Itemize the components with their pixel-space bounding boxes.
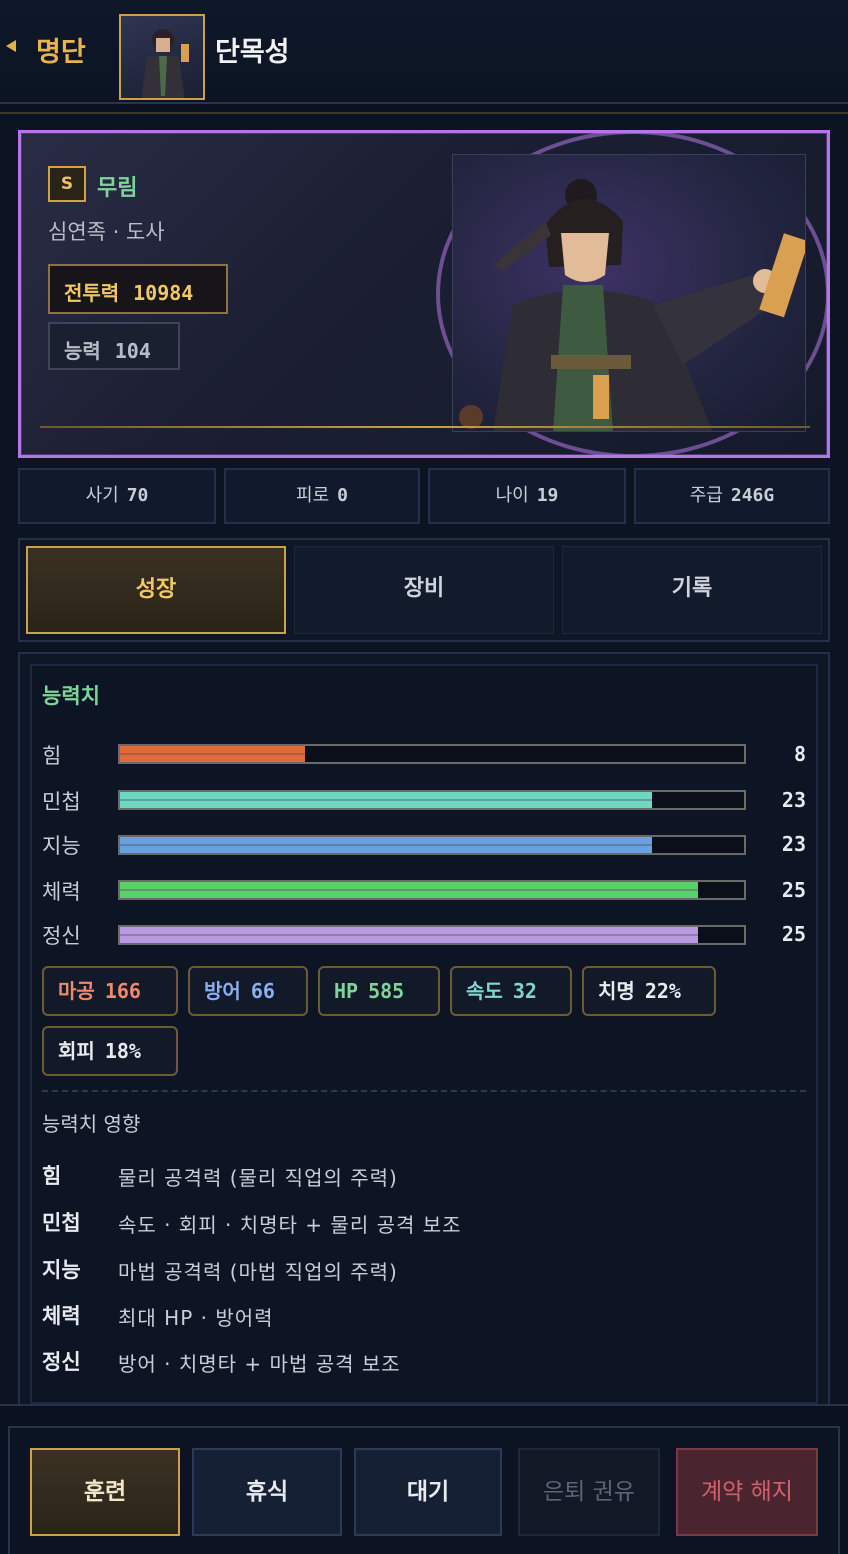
stat-label: 주급 <box>689 485 723 506</box>
stat-fatigue: 피로 0 <box>224 468 420 524</box>
stat-value: 70 <box>126 485 149 506</box>
stat-morale: 사기 70 <box>18 468 216 524</box>
chip-label: 방어 <box>204 979 241 1003</box>
attr-value-intelligence: 23 <box>781 832 806 856</box>
standby-button[interactable]: 대기 <box>354 1448 502 1536</box>
derived-defense: 방어 66 <box>188 966 308 1016</box>
attr-value-spirit: 25 <box>781 922 806 946</box>
attr-bar-spirit <box>118 925 746 945</box>
derived-hp: HP 585 <box>318 966 440 1016</box>
effect-key-vitality: 체력 <box>42 1304 81 1328</box>
chip-label: 마공 <box>58 979 95 1003</box>
attr-label-spirit: 정신 <box>42 924 81 948</box>
attr-value-vitality: 25 <box>781 878 806 902</box>
attr-bar-intelligence <box>118 835 746 855</box>
chip-label: 회피 <box>58 1039 95 1063</box>
character-portrait <box>452 154 806 432</box>
attr-bar-strength <box>118 744 746 764</box>
effect-key-intelligence: 지능 <box>42 1258 81 1282</box>
effect-key-agility: 민첩 <box>42 1211 81 1235</box>
attr-label-strength: 힘 <box>42 744 62 768</box>
attr-value-strength: 8 <box>793 742 806 766</box>
ability-value: 104 <box>114 339 151 363</box>
stat-label: 나이 <box>495 485 529 506</box>
rest-button[interactable]: 휴식 <box>192 1448 342 1536</box>
chip-value: 32 <box>512 979 537 1003</box>
chip-label: 치명 <box>598 979 635 1003</box>
train-button[interactable]: 훈련 <box>30 1448 180 1536</box>
attr-bar-fill <box>120 927 698 943</box>
stat-value: 0 <box>337 485 348 506</box>
section-divider <box>42 1090 806 1092</box>
combat-power-value: 10984 <box>133 281 194 305</box>
effect-desc-spirit: 방어 · 치명타 + 마법 공격 보조 <box>118 1352 401 1376</box>
combat-power-box: 전투력 10984 <box>48 264 228 314</box>
attr-label-vitality: 체력 <box>42 880 81 904</box>
back-to-roster-button[interactable]: 명단 <box>36 30 86 69</box>
stat-label: 사기 <box>85 485 119 506</box>
derived-magic-attack: 마공 166 <box>42 966 178 1016</box>
chip-value: 22% <box>644 979 681 1003</box>
effect-desc-strength: 물리 공격력 (물리 직업의 주력) <box>118 1166 398 1190</box>
effects-title: 능력치 영향 <box>42 1112 141 1136</box>
attr-value-agility: 23 <box>781 788 806 812</box>
effect-desc-vitality: 최대 HP · 방어력 <box>118 1306 274 1330</box>
back-arrow-icon[interactable] <box>6 40 16 52</box>
character-name: 단목성 <box>215 37 290 68</box>
chip-label: HP <box>334 979 359 1003</box>
ability-label: 능력 <box>64 339 101 363</box>
effect-desc-agility: 속도 · 회피 · 치명타 + 물리 공격 보조 <box>118 1213 462 1237</box>
stat-age: 나이 19 <box>428 468 626 524</box>
effect-key-strength: 힘 <box>42 1164 62 1188</box>
character-portrait-thumbnail <box>119 14 205 100</box>
combat-power-label: 전투력 <box>64 281 120 305</box>
derived-evasion: 회피 18% <box>42 1026 178 1076</box>
rank-badge: S <box>48 166 86 202</box>
attr-bar-fill <box>120 837 652 853</box>
attr-label-intelligence: 지능 <box>42 834 81 858</box>
card-divider <box>40 426 810 428</box>
tab-growth[interactable]: 성장 <box>26 546 286 634</box>
chip-label: 속도 <box>466 979 503 1003</box>
attr-bar-fill <box>120 792 652 808</box>
attr-bar-fill <box>120 882 698 898</box>
attr-bar-agility <box>118 790 746 810</box>
tab-equipment[interactable]: 장비 <box>294 546 554 634</box>
stat-wage: 주급 246G <box>634 468 830 524</box>
attributes-title: 능력치 <box>42 684 100 708</box>
faction-label: 무림 <box>97 176 138 201</box>
ability-box: 능력 104 <box>48 322 180 370</box>
chip-value: 166 <box>104 979 141 1003</box>
derived-speed: 속도 32 <box>450 966 572 1016</box>
attr-label-agility: 민첩 <box>42 790 81 814</box>
effect-desc-intelligence: 마법 공격력 (마법 직업의 주력) <box>118 1260 398 1284</box>
tab-records[interactable]: 기록 <box>562 546 822 634</box>
derived-critical: 치명 22% <box>582 966 716 1016</box>
attr-bar-fill <box>120 746 305 762</box>
stat-label: 피로 <box>296 485 330 506</box>
chip-value: 585 <box>368 979 405 1003</box>
chip-value: 66 <box>250 979 275 1003</box>
chip-value: 18% <box>104 1039 141 1063</box>
retire-suggest-button[interactable]: 은퇴 권유 <box>518 1448 660 1536</box>
terminate-contract-button[interactable]: 계약 해지 <box>676 1448 818 1536</box>
race-class-label: 심연족 · 도사 <box>48 220 165 244</box>
attr-bar-vitality <box>118 880 746 900</box>
stat-value: 19 <box>536 485 559 506</box>
effect-key-spirit: 정신 <box>42 1350 81 1374</box>
stat-value: 246G <box>730 485 775 506</box>
